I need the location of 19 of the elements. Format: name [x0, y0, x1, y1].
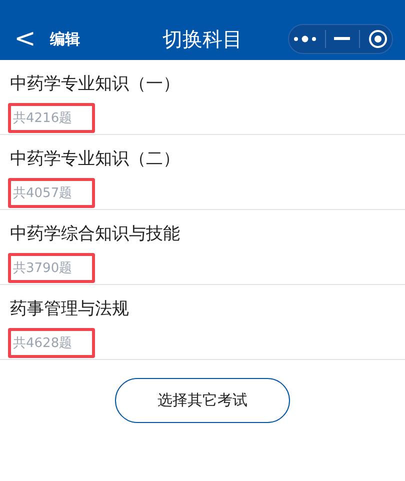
page-title: 切换科目: [162, 26, 242, 53]
question-count: 共4628题: [8, 328, 96, 358]
close-icon[interactable]: [368, 29, 388, 49]
subject-item[interactable]: 中药学专业知识（二） 共4057题: [0, 135, 405, 210]
question-count: 共4216题: [8, 103, 96, 133]
question-count: 共3790题: [8, 253, 96, 283]
back-button[interactable]: <: [10, 26, 40, 52]
subject-title: 中药学综合知识与技能: [10, 223, 180, 245]
more-icon[interactable]: [293, 35, 318, 43]
edit-link[interactable]: 编辑: [50, 30, 80, 48]
subject-title: 中药学专业知识（二）: [10, 148, 180, 170]
question-count: 共4057题: [8, 178, 96, 208]
subject-title: 药事管理与法规: [10, 298, 129, 320]
minimize-icon[interactable]: [334, 37, 350, 41]
other-exam-button[interactable]: 选择其它考试: [115, 378, 290, 423]
subject-item[interactable]: 中药学综合知识与技能 共3790题: [0, 210, 405, 285]
subject-item[interactable]: 药事管理与法规 共4628题: [0, 285, 405, 360]
subject-title: 中药学专业知识（一）: [10, 73, 180, 95]
subject-item[interactable]: 中药学专业知识（一） 共4216题: [0, 60, 405, 135]
